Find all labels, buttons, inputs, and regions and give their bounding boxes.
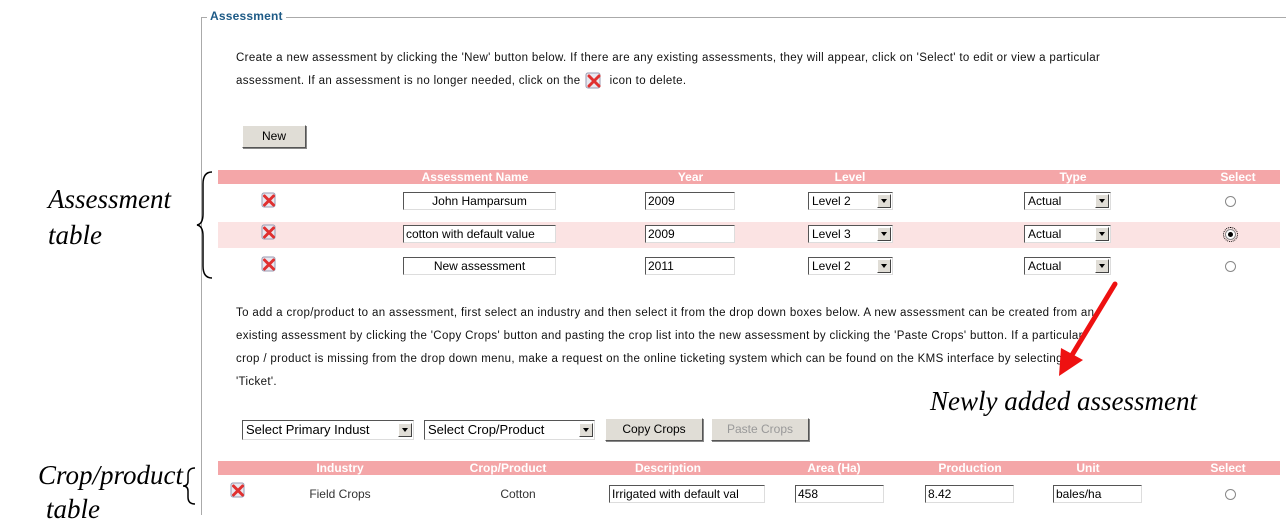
chevron-down-icon bbox=[877, 259, 891, 273]
level-select-value: Level 2 bbox=[812, 259, 851, 273]
header-industry: Industry bbox=[316, 461, 364, 475]
crop-intro-line-3: crop / product is missing from the drop … bbox=[236, 353, 1063, 365]
chevron-down-icon bbox=[1095, 227, 1109, 241]
delete-icon bbox=[585, 72, 601, 89]
year-input[interactable]: 2009 bbox=[645, 192, 735, 210]
delete-icon[interactable] bbox=[261, 256, 277, 272]
level-select[interactable]: Level 2 bbox=[808, 192, 893, 210]
header-assessment-name: Assessment Name bbox=[421, 170, 529, 184]
crop-intro-line-1: To add a crop/product to an assessment, … bbox=[236, 307, 1095, 319]
primary-industry-value: Select Primary Indust bbox=[246, 422, 370, 437]
level-select-value: Level 3 bbox=[812, 227, 851, 241]
select-radio[interactable] bbox=[1223, 227, 1238, 242]
year-input[interactable]: 2009 bbox=[645, 225, 735, 243]
select-radio[interactable] bbox=[1225, 196, 1236, 207]
level-select[interactable]: Level 3 bbox=[808, 225, 893, 243]
level-select-value: Level 2 bbox=[812, 194, 851, 208]
primary-industry-select[interactable]: Select Primary Indust bbox=[242, 420, 414, 440]
red-arrow bbox=[1059, 281, 1118, 376]
delete-icon[interactable] bbox=[261, 192, 277, 208]
crop-cell: Cotton bbox=[500, 487, 536, 501]
type-select-value: Actual bbox=[1028, 259, 1062, 273]
crop-product-value: Select Crop/Product bbox=[428, 422, 545, 437]
header-crop-product: Crop/Product bbox=[469, 461, 547, 475]
header-description: Description bbox=[634, 461, 701, 475]
intro-line-2: assessment. If an assessment is no longe… bbox=[236, 70, 686, 92]
year-input[interactable]: 2011 bbox=[645, 257, 735, 275]
type-select[interactable]: Actual bbox=[1024, 192, 1111, 210]
chevron-down-icon bbox=[877, 194, 891, 208]
header-area: Area (Ha) bbox=[807, 461, 861, 475]
intro-line-2b: icon to delete. bbox=[609, 75, 687, 87]
description-input[interactable]: Irrigated with default val bbox=[609, 485, 765, 503]
delete-icon[interactable] bbox=[230, 482, 246, 498]
chevron-down-icon bbox=[398, 423, 412, 437]
select-radio[interactable] bbox=[1225, 261, 1236, 272]
type-select-value: Actual bbox=[1028, 227, 1062, 241]
header-select: Select bbox=[1210, 461, 1246, 475]
header-select: Select bbox=[1220, 170, 1256, 184]
section-legend: Assessment bbox=[207, 9, 286, 23]
header-production: Production bbox=[938, 461, 1002, 475]
level-select[interactable]: Level 2 bbox=[808, 257, 893, 275]
assessment-table-header: Assessment Name Year Level Type Select bbox=[218, 170, 1280, 184]
delete-icon[interactable] bbox=[261, 224, 277, 240]
select-radio[interactable] bbox=[1225, 489, 1236, 500]
annotation-newly-added: Newly added assessment bbox=[930, 386, 1197, 416]
chevron-down-icon bbox=[1095, 194, 1109, 208]
annotation-assessment-table-2: table bbox=[48, 220, 102, 250]
annotation-crop-table-1: Crop/product bbox=[38, 460, 184, 490]
assessment-name-input[interactable]: John Hamparsum bbox=[403, 192, 556, 210]
area-input[interactable]: 458 bbox=[795, 485, 884, 503]
header-year: Year bbox=[677, 170, 704, 184]
assessment-name-input[interactable]: New assessment bbox=[403, 257, 556, 275]
assessment-row-highlight bbox=[218, 222, 1280, 248]
intro-line-1: Create a new assessment by clicking the … bbox=[236, 52, 1101, 64]
chevron-down-icon bbox=[579, 423, 593, 437]
crop-intro-line-2: existing assessment by clicking the 'Cop… bbox=[236, 330, 1083, 342]
chevron-down-icon bbox=[1095, 259, 1109, 273]
paste-crops-button[interactable]: Paste Crops bbox=[711, 418, 809, 441]
annotation-assessment-table-1: Assessment bbox=[48, 184, 171, 214]
type-select-value: Actual bbox=[1028, 194, 1062, 208]
type-select[interactable]: Actual bbox=[1024, 257, 1111, 275]
header-level: Level bbox=[834, 170, 866, 184]
header-type: Type bbox=[1059, 170, 1087, 184]
header-unit: Unit bbox=[1076, 461, 1100, 475]
unit-input[interactable]: bales/ha bbox=[1053, 485, 1142, 503]
new-button[interactable]: New bbox=[242, 125, 306, 148]
brace-crop-table bbox=[182, 467, 196, 505]
chevron-down-icon bbox=[877, 227, 891, 241]
copy-crops-button[interactable]: Copy Crops bbox=[605, 418, 703, 441]
production-input[interactable]: 8.42 bbox=[925, 485, 1014, 503]
assessment-name-input[interactable]: cotton with default value bbox=[403, 225, 556, 243]
type-select[interactable]: Actual bbox=[1024, 225, 1111, 243]
brace-assessment-table bbox=[196, 171, 213, 279]
industry-cell: Field Crops bbox=[309, 487, 371, 501]
annotation-crop-table-2: table bbox=[46, 494, 100, 524]
crop-product-select[interactable]: Select Crop/Product bbox=[424, 420, 595, 440]
fieldset-border-top bbox=[201, 17, 1286, 18]
intro-line-2a: assessment. If an assessment is no longe… bbox=[236, 75, 581, 87]
crop-intro-line-4: 'Ticket'. bbox=[236, 376, 277, 388]
crop-table-header: Industry Crop/Product Description Area (… bbox=[218, 461, 1280, 475]
